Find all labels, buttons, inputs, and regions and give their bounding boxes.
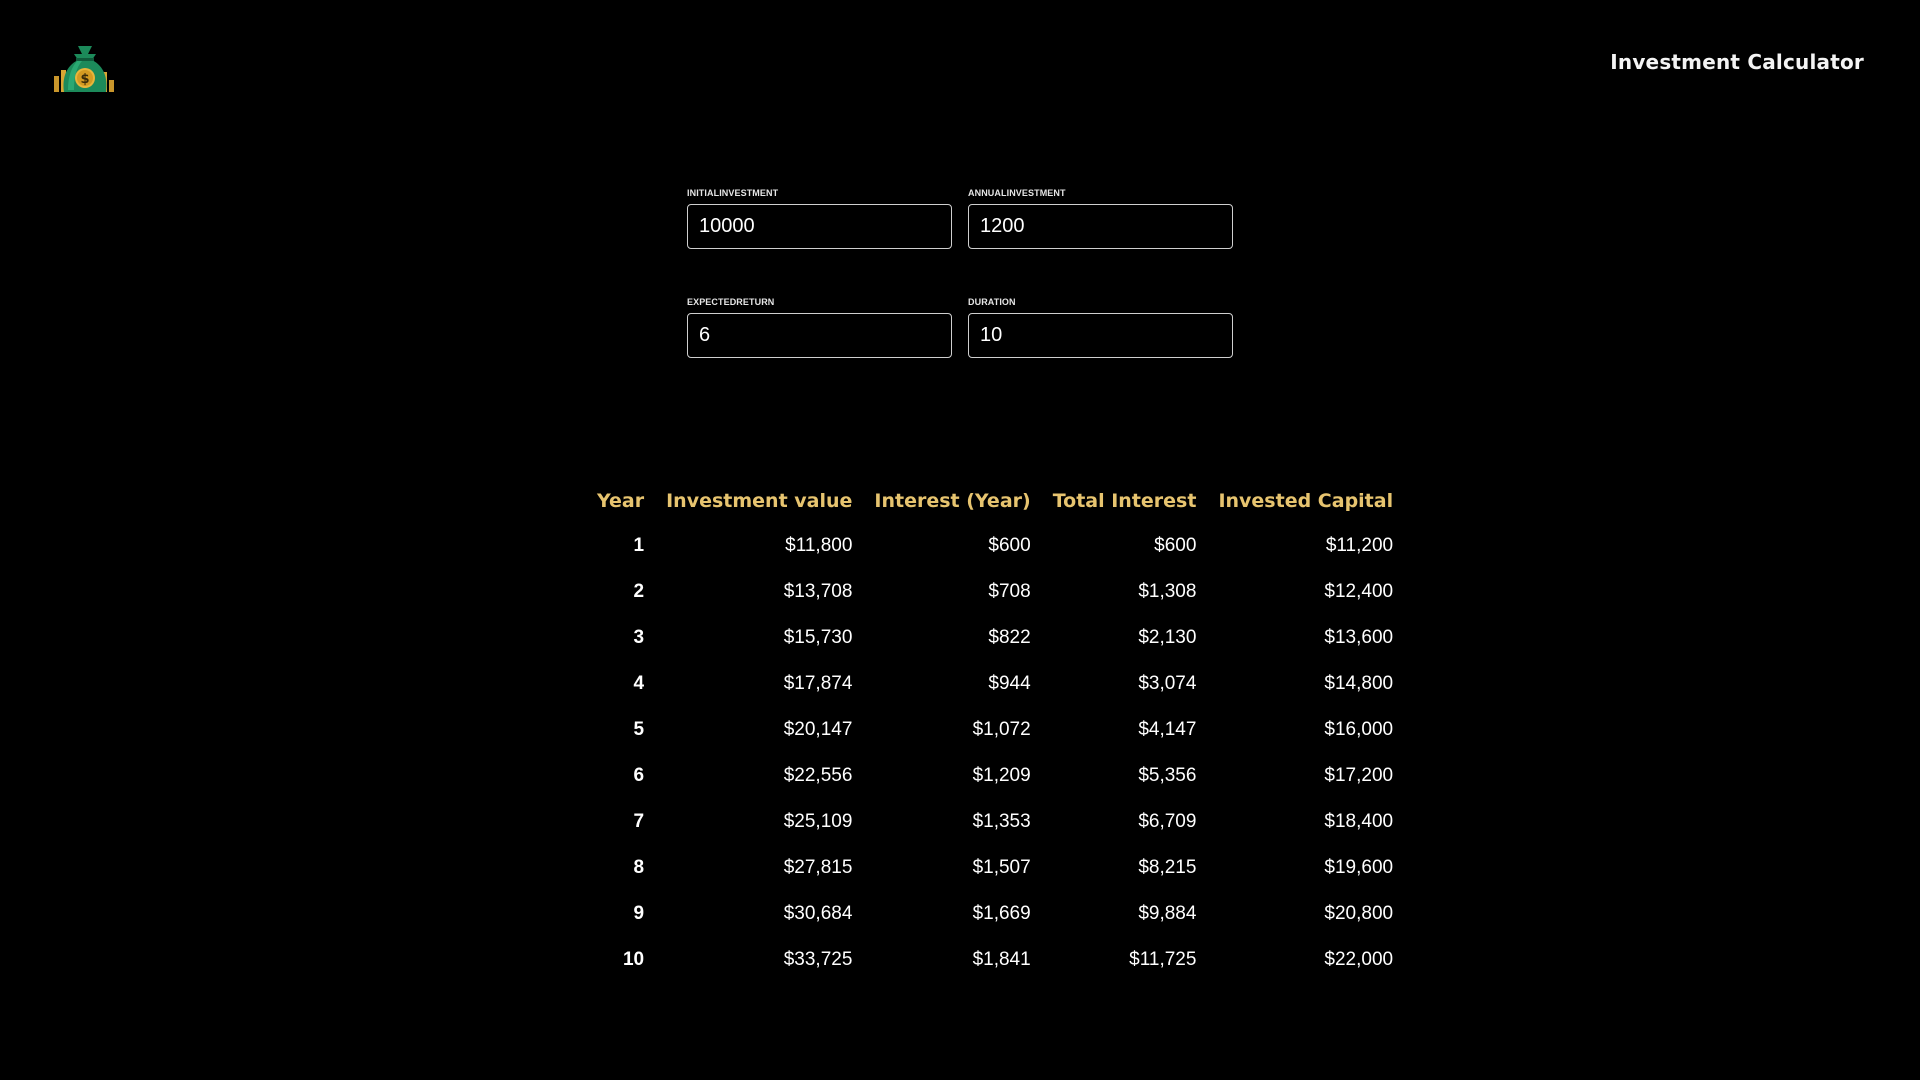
investment-value-cell: $25,109 [783, 811, 853, 832]
initial-investment-label: INITIALINVESTMENT [687, 188, 779, 198]
year-cell: 2 [633, 581, 645, 602]
table-row: 5 $20,147 $1,072 $4,147 $16,000 [586, 707, 1404, 753]
investment-value-cell: $20,147 [783, 719, 853, 740]
year-cell: 4 [633, 673, 645, 694]
table-row: 7 $25,109 $1,353 $6,709 $18,400 [586, 799, 1404, 845]
total-interest-cell: $4,147 [1138, 719, 1197, 740]
table-row: 8 $27,815 $1,507 $8,215 $19,600 [586, 845, 1404, 891]
investment-value-cell: $13,708 [783, 581, 853, 602]
interest-year-cell: $708 [988, 581, 1031, 602]
investment-value-cell: $17,874 [783, 673, 853, 694]
year-cell: 7 [633, 811, 645, 832]
annual-investment-group: ANNUALINVESTMENT [968, 188, 1233, 249]
column-header-interest-year: Interest (Year) [874, 490, 1031, 512]
interest-year-cell: $1,841 [972, 949, 1031, 970]
expected-return-group: EXPECTEDRETURN [687, 297, 952, 358]
invested-capital-cell: $20,800 [1324, 903, 1394, 924]
duration-label: DURATION [968, 297, 1016, 307]
invested-capital-cell: $18,400 [1324, 811, 1394, 832]
table-row: 4 $17,874 $944 $3,074 $14,800 [586, 661, 1404, 707]
total-interest-cell: $5,356 [1138, 765, 1197, 786]
input-row: EXPECTEDRETURN DURATION [687, 297, 1233, 358]
app-title: Investment Calculator [1610, 50, 1864, 74]
investment-value-cell: $27,815 [783, 857, 853, 878]
investment-value-cell: $11,800 [785, 535, 853, 556]
invested-capital-cell: $17,200 [1324, 765, 1394, 786]
investment-value-cell: $30,684 [783, 903, 853, 924]
investment-value-cell: $22,556 [783, 765, 853, 786]
interest-year-cell: $1,353 [972, 811, 1031, 832]
year-cell: 10 [622, 949, 645, 970]
table-header-row: Year Investment value Interest (Year) To… [586, 485, 1404, 517]
table-row: 9 $30,684 $1,669 $9,884 $20,800 [586, 891, 1404, 937]
invested-capital-cell: $12,400 [1324, 581, 1394, 602]
invested-capital-cell: $13,600 [1324, 627, 1394, 648]
total-interest-cell: $9,884 [1138, 903, 1197, 924]
total-interest-cell: $8,215 [1138, 857, 1197, 878]
total-interest-cell: $11,725 [1129, 949, 1197, 970]
table-row: 10 $33,725 $1,841 $11,725 $22,000 [586, 937, 1404, 983]
interest-year-cell: $1,507 [972, 857, 1031, 878]
table-body: 1 $11,800 $600 $600 $11,200 2 $13,708 $708 $1,30… [586, 517, 1404, 983]
table-row: 1 $11,800 $600 $600 $11,200 [586, 517, 1404, 569]
initial-investment-input[interactable] [687, 204, 952, 249]
invested-capital-cell: $11,200 [1325, 535, 1394, 556]
interest-year-cell: $1,669 [972, 903, 1031, 924]
results-table: Year Investment value Interest (Year) To… [586, 485, 1404, 983]
column-header-total-interest: Total Interest [1052, 490, 1197, 512]
annual-investment-label: ANNUALINVESTMENT [968, 188, 1066, 198]
initial-investment-group: INITIALINVESTMENT [687, 188, 952, 249]
table-row: 3 $15,730 $822 $2,130 $13,600 [586, 615, 1404, 661]
total-interest-cell: $3,074 [1138, 673, 1197, 694]
year-cell: 9 [633, 903, 645, 924]
interest-year-cell: $1,209 [972, 765, 1031, 786]
total-interest-cell: $6,709 [1138, 811, 1197, 832]
total-interest-cell: $600 [1154, 535, 1197, 556]
year-cell: 1 [633, 535, 645, 556]
duration-input[interactable] [968, 313, 1233, 358]
interest-year-cell: $944 [988, 673, 1031, 694]
table-row: 2 $13,708 $708 $1,308 $12,400 [586, 569, 1404, 615]
money-bag-logo-icon[interactable]: $ [52, 40, 118, 96]
expected-return-input[interactable] [687, 313, 952, 358]
page: $ Investment Calculator INITIALINVESTMEN… [0, 0, 1920, 1080]
investment-value-cell: $15,730 [783, 627, 853, 648]
year-cell: 8 [633, 857, 645, 878]
investment-value-cell: $33,725 [783, 949, 853, 970]
input-row: INITIALINVESTMENT ANNUALINVESTMENT [687, 188, 1233, 249]
interest-year-cell: $600 [988, 535, 1031, 556]
expected-return-label: EXPECTEDRETURN [687, 297, 775, 307]
total-interest-cell: $1,308 [1138, 581, 1197, 602]
invested-capital-cell: $16,000 [1324, 719, 1394, 740]
invested-capital-cell: $19,600 [1324, 857, 1394, 878]
interest-year-cell: $1,072 [972, 719, 1031, 740]
total-interest-cell: $2,130 [1138, 627, 1197, 648]
duration-group: DURATION [968, 297, 1233, 358]
column-header-year: Year [597, 490, 645, 512]
interest-year-cell: $822 [988, 627, 1031, 648]
year-cell: 3 [633, 627, 645, 648]
investment-inputs-form: INITIALINVESTMENT ANNUALINVESTMENT EXPEC… [687, 188, 1233, 358]
svg-text:$: $ [80, 72, 89, 87]
year-cell: 6 [633, 765, 645, 786]
column-header-invested-capital: Invested Capital [1218, 490, 1394, 512]
table-row: 6 $22,556 $1,209 $5,356 $17,200 [586, 753, 1404, 799]
annual-investment-input[interactable] [968, 204, 1233, 249]
invested-capital-cell: $14,800 [1324, 673, 1394, 694]
column-header-investment-value: Investment value [666, 490, 853, 512]
year-cell: 5 [633, 719, 645, 740]
invested-capital-cell: $22,000 [1324, 949, 1394, 970]
